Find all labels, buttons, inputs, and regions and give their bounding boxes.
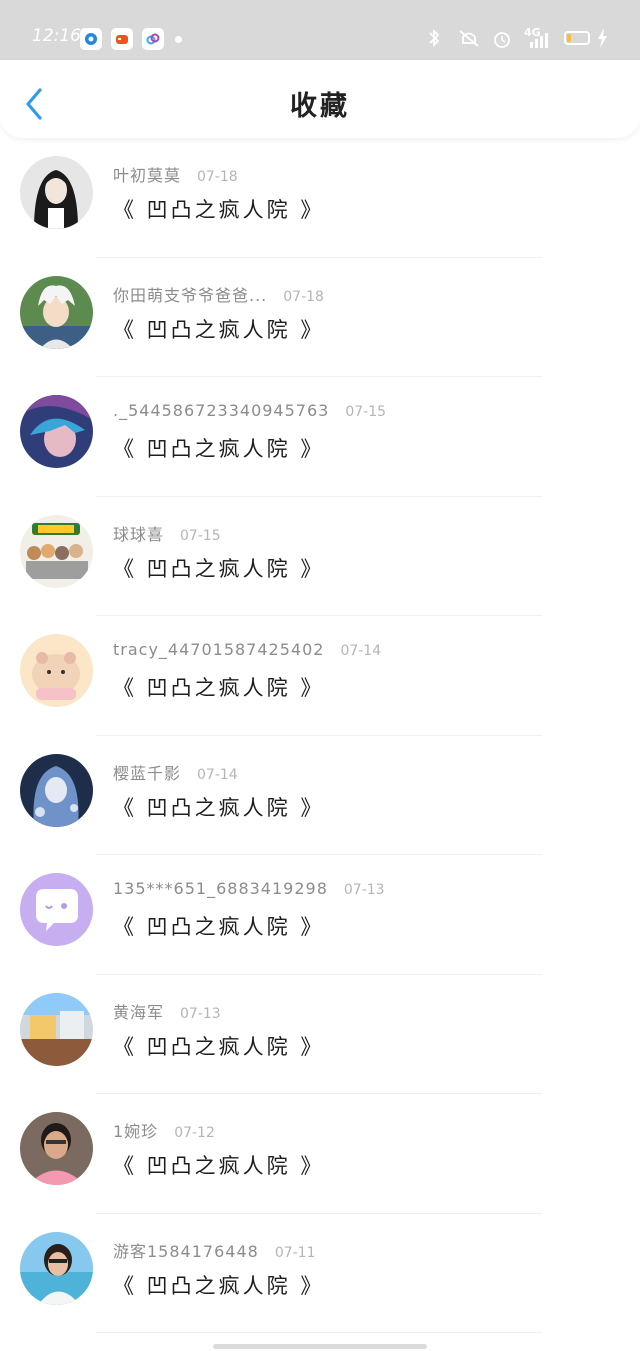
list-item[interactable]: tracy_44701587425402 07-14 《 凹凸之疯人院 》 [0, 616, 640, 736]
post-title[interactable]: 《 凹凸之疯人院 》 [113, 1150, 324, 1180]
alarm-icon [494, 32, 510, 48]
white-hair-boy-avatar[interactable] [20, 275, 93, 349]
list-item[interactable]: 你田萌支爷爷爸爸... 07-18 《 凹凸之疯人院 》 [0, 258, 640, 377]
post-title[interactable]: 《 凹凸之疯人院 》 [113, 1270, 324, 1300]
item-meta: 游客1584176448 07-11 [113, 1238, 316, 1262]
item-meta: 1婉珍 07-12 [113, 1118, 215, 1142]
browser-app-icon [80, 28, 102, 50]
author-name[interactable]: 球球喜 [113, 525, 164, 544]
blue-doll-avatar[interactable] [20, 753, 93, 827]
room-photo-avatar[interactable] [20, 992, 93, 1066]
list-item[interactable]: 叶初莫莫 07-18 《 凹凸之疯人院 》 [0, 138, 640, 258]
list-item[interactable]: 樱蓝千影 07-14 《 凹凸之疯人院 》 [0, 736, 640, 855]
post-title[interactable]: 《 凹凸之疯人院 》 [113, 911, 324, 941]
item-date: 07-15 [180, 527, 221, 544]
blue-hair-avatar[interactable] [20, 395, 93, 468]
default-chat-avatar[interactable] [20, 873, 93, 946]
hamster-avatar[interactable] [20, 634, 93, 707]
item-date: 07-18 [197, 169, 238, 185]
page-title: 收藏 [290, 91, 350, 122]
item-date: 07-14 [197, 766, 238, 783]
favorites-list: 叶初莫莫 07-18 《 凹凸之疯人院 》 你田萌支爷爷爸爸... 07-18 《 … [0, 138, 640, 1333]
post-title[interactable]: 《 凹凸之疯人院 》 [113, 553, 324, 583]
post-title[interactable]: 《 凹凸之疯人院 》 [113, 314, 324, 344]
item-meta: 黄海军 07-13 [113, 999, 221, 1023]
status-bar: 12:16 4G [0, 0, 640, 60]
status-time: 12:16 [32, 26, 81, 46]
divider [96, 1332, 542, 1333]
author-name[interactable]: ._5445867233409457​63 [113, 401, 329, 420]
game-app-icon [111, 28, 133, 50]
item-meta: 樱蓝千影 07-14 [113, 760, 238, 784]
item-date: 07-13 [180, 1005, 221, 1022]
author-name[interactable]: 游客1584176448 [113, 1242, 259, 1261]
item-meta: tracy_44701587425402 07-14 [113, 640, 381, 659]
post-title[interactable]: 《 凹凸之疯人院 》 [113, 433, 324, 463]
item-date: 07-12 [174, 1125, 215, 1141]
header: 收藏 [0, 60, 640, 138]
bluetooth-icon [429, 28, 440, 48]
battery-icon [564, 31, 590, 45]
author-name[interactable]: 黄海军 [113, 1003, 164, 1022]
list-item[interactable]: 黄海军 07-13 《 凹凸之疯人院 》 [0, 975, 640, 1094]
woman-photo-avatar[interactable] [20, 1112, 93, 1185]
post-title[interactable]: 《 凹凸之疯人院 》 [113, 1031, 324, 1061]
list-item[interactable]: 球球喜 07-15 《 凹凸之疯人院 》 [0, 497, 640, 616]
author-name[interactable]: 135***651_6883419298 [113, 879, 328, 898]
signal-icon [530, 33, 548, 48]
item-meta: 叶初莫莫 07-18 [113, 162, 238, 186]
notification-dot [175, 36, 182, 43]
author-name[interactable]: 叶初莫莫 [113, 166, 181, 185]
game-group-avatar[interactable] [20, 514, 93, 588]
item-date: 07-15 [345, 404, 387, 420]
item-date: 07-14 [340, 643, 382, 659]
post-title[interactable]: 《 凹凸之疯人院 》 [113, 672, 324, 702]
link-app-icon [142, 28, 164, 50]
list-item[interactable]: 1婉珍 07-12 《 凹凸之疯人院 》 [0, 1094, 640, 1214]
anime-girl-avatar[interactable] [20, 156, 93, 229]
home-indicator[interactable] [213, 1344, 427, 1349]
author-name[interactable]: tracy_44701587425402 [113, 640, 324, 659]
item-meta: 135***651_6883419298 07-13 [113, 879, 385, 898]
beach-photo-avatar[interactable] [20, 1231, 93, 1305]
author-name[interactable]: 1婉珍 [113, 1122, 158, 1141]
list-item[interactable]: 游客1584176448 07-11 《 凹凸之疯人院 》 [0, 1214, 640, 1333]
item-meta: 你田萌支爷爷爸爸... 07-18 [113, 282, 324, 306]
item-date: 07-11 [274, 1244, 316, 1261]
list-item[interactable]: ._5445867233409457​63 07-15 《 凹凸之疯人院 》 [0, 377, 640, 497]
item-date: 07-13 [343, 882, 385, 898]
post-title[interactable]: 《 凹凸之疯人院 》 [113, 792, 324, 822]
item-date: 07-18 [283, 288, 324, 305]
mute-bell-icon [459, 30, 479, 47]
author-name[interactable]: 你田萌支爷爷爸爸... [113, 286, 267, 305]
list-item[interactable]: 135***651_6883419298 07-13 《 凹凸之疯人院 》 [0, 855, 640, 975]
item-meta: 球球喜 07-15 [113, 521, 221, 545]
charging-icon [598, 28, 607, 48]
item-meta: ._5445867233409457​63 07-15 [113, 401, 386, 420]
post-title[interactable]: 《 凹凸之疯人院 》 [113, 194, 324, 224]
author-name[interactable]: 樱蓝千影 [113, 764, 181, 783]
